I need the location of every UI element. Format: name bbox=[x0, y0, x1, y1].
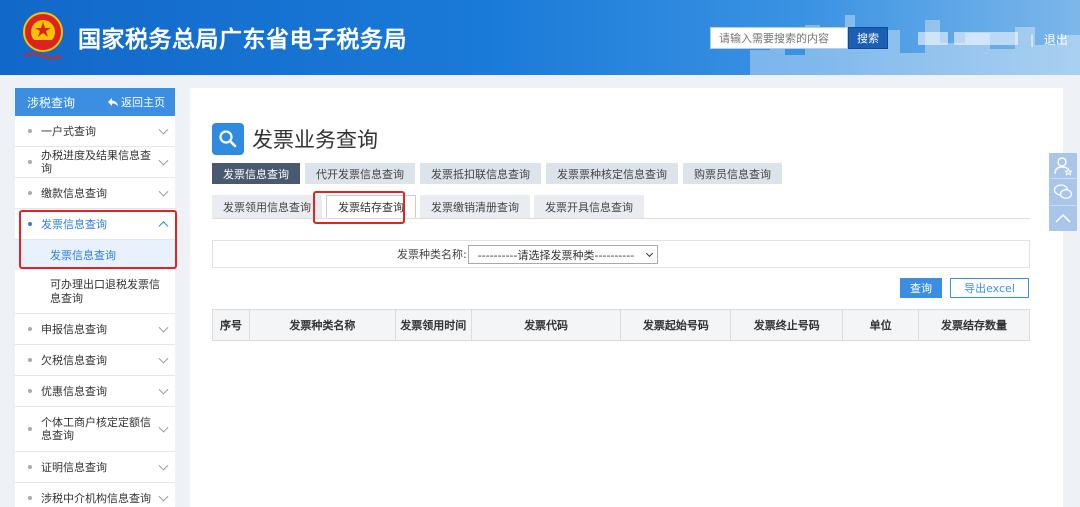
sidebar-item-label: 证明信息查询 bbox=[41, 460, 107, 474]
chevron-down-icon bbox=[158, 491, 169, 502]
tab-invoice-inventory[interactable]: 发票结存查询 bbox=[326, 195, 416, 218]
sidebar-item-progress[interactable]: 办税进度及结果信息查询 bbox=[15, 147, 175, 178]
col-receipt-time: 发票领用时间 bbox=[394, 309, 472, 341]
sidebar-item-arrears[interactable]: 欠税信息查询 bbox=[15, 345, 175, 376]
sidebar-item-label: 一户式查询 bbox=[41, 124, 96, 138]
sidebar-item-label: 优惠信息查询 bbox=[41, 384, 107, 398]
chevron-down-icon bbox=[158, 124, 169, 135]
sidebar-item-label: 欠税信息查询 bbox=[41, 353, 107, 367]
sidebar-header: 涉税查询 返回主页 bbox=[15, 88, 175, 116]
invoice-submenu: 发票信息查询 可办理出口退税发票信息查询 bbox=[15, 240, 175, 314]
sidebar-item-certificate[interactable]: 证明信息查询 bbox=[15, 452, 175, 483]
sidebar-item-declaration[interactable]: 申报信息查询 bbox=[15, 314, 175, 345]
user-name-redacted bbox=[954, 32, 1018, 45]
bullet-icon bbox=[28, 222, 32, 226]
col-invoice-code: 发票代码 bbox=[470, 309, 622, 341]
col-end-number: 发票终止号码 bbox=[730, 309, 844, 341]
chevron-up-icon bbox=[158, 221, 169, 232]
sidebar-subitem-export-refund[interactable]: 可办理出口退税发票信息查询 bbox=[15, 270, 175, 314]
chevron-up-icon[interactable] bbox=[1049, 206, 1077, 231]
bullet-icon bbox=[28, 427, 32, 431]
user-star-icon[interactable] bbox=[1049, 153, 1077, 180]
chevron-down-icon bbox=[158, 155, 169, 166]
tab-invoice-receipt[interactable]: 发票领用信息查询 bbox=[212, 195, 322, 218]
inventory-table: 序号 发票种类名称 发票领用时间 发票代码 发票起始号码 发票终止号码 单位 发… bbox=[212, 309, 1030, 341]
back-home-label: 返回主页 bbox=[121, 96, 165, 109]
tab-proxy-invoice[interactable]: 代开发票信息查询 bbox=[305, 163, 415, 184]
top-header: 国家税务总局广东省电子税务局 搜索 | 退出 bbox=[0, 0, 1080, 75]
tab-divider bbox=[212, 218, 1030, 219]
chevron-down-icon bbox=[158, 460, 169, 471]
sidebar-item-one-household[interactable]: 一户式查询 bbox=[15, 116, 175, 147]
col-invoice-type: 发票种类名称 bbox=[248, 309, 396, 341]
sidebar-item-label: 办税进度及结果信息查询 bbox=[41, 149, 151, 175]
col-inventory-qty: 发票结存数量 bbox=[918, 309, 1030, 341]
sidebar-item-agency[interactable]: 涉税中介机构信息查询 bbox=[15, 483, 175, 507]
tab-deduction-copy[interactable]: 发票抵扣联信息查询 bbox=[420, 163, 541, 184]
filter-bar: 发票种类名称: ----------请选择发票种类---------- bbox=[212, 240, 1030, 268]
sidebar-item-payment[interactable]: 缴款信息查询 bbox=[15, 178, 175, 209]
floating-toolbar bbox=[1049, 153, 1077, 231]
query-button[interactable]: 查询 bbox=[900, 278, 942, 298]
back-arrow-icon bbox=[108, 98, 118, 107]
page-header: 发票业务查询 bbox=[212, 123, 378, 155]
search-input[interactable] bbox=[710, 27, 848, 49]
col-serial: 序号 bbox=[212, 309, 250, 341]
page-title: 发票业务查询 bbox=[252, 128, 378, 152]
chevron-down-icon bbox=[158, 322, 169, 333]
invoice-type-select-value: ----------请选择发票种类---------- bbox=[477, 248, 635, 262]
tab-invoice-issuance[interactable]: 发票开具信息查询 bbox=[534, 195, 644, 218]
bullet-icon bbox=[28, 129, 32, 133]
sidebar-menu: 涉税查询 返回主页 一户式查询 办税进度及结果信息查询 缴款信息查询 发票信息查… bbox=[15, 88, 175, 507]
chevron-down-icon bbox=[158, 186, 169, 197]
tax-emblem-logo bbox=[23, 12, 63, 59]
sidebar-item-label: 涉税中介机构信息查询 bbox=[41, 491, 151, 505]
invoice-type-label: 发票种类名称: bbox=[397, 248, 467, 261]
bullet-icon bbox=[28, 465, 32, 469]
bullet-icon bbox=[28, 327, 32, 331]
chevron-down-icon bbox=[158, 422, 169, 433]
invoice-type-select[interactable]: ----------请选择发票种类---------- bbox=[468, 245, 658, 264]
sidebar-item-label: 申报信息查询 bbox=[41, 322, 107, 336]
sidebar-item-preferential[interactable]: 优惠信息查询 bbox=[15, 376, 175, 407]
sidebar-item-individual-business[interactable]: 个体工商户核定定额信息查询 bbox=[15, 407, 175, 452]
user-info-redacted bbox=[918, 32, 948, 45]
col-start-number: 发票起始号码 bbox=[620, 309, 732, 341]
search-icon bbox=[212, 123, 244, 155]
sidebar-item-label: 缴款信息查询 bbox=[41, 186, 107, 200]
bullet-icon bbox=[28, 389, 32, 393]
export-excel-button[interactable]: 导出excel bbox=[950, 278, 1029, 298]
bullet-icon bbox=[28, 358, 32, 362]
logout-link[interactable]: 退出 bbox=[1044, 33, 1068, 47]
secondary-tabs: 发票领用信息查询 发票结存查询 发票缴销清册查询 发票开具信息查询 bbox=[212, 195, 648, 218]
chat-bubbles-icon[interactable] bbox=[1049, 179, 1077, 206]
bullet-icon bbox=[28, 496, 32, 500]
sidebar-item-label: 个体工商户核定定额信息查询 bbox=[41, 416, 151, 442]
chevron-down-icon bbox=[645, 249, 654, 258]
bullet-icon bbox=[28, 191, 32, 195]
separator: | bbox=[1030, 33, 1035, 47]
bullet-icon bbox=[28, 160, 32, 164]
search-button[interactable]: 搜索 bbox=[848, 27, 888, 49]
tab-invoice-type-approval[interactable]: 发票票种核定信息查询 bbox=[546, 163, 678, 184]
sidebar-subitem-invoice-query[interactable]: 发票信息查询 bbox=[15, 240, 175, 270]
back-home-link[interactable]: 返回主页 bbox=[108, 94, 165, 110]
col-unit: 单位 bbox=[842, 309, 920, 341]
sidebar-title: 涉税查询 bbox=[27, 95, 76, 110]
site-title: 国家税务总局广东省电子税务局 bbox=[78, 27, 407, 53]
tab-invoice-info[interactable]: 发票信息查询 bbox=[212, 163, 300, 184]
tab-purchaser-info[interactable]: 购票员信息查询 bbox=[683, 163, 782, 184]
main-panel: 发票业务查询 发票信息查询 代开发票信息查询 发票抵扣联信息查询 发票票种核定信… bbox=[190, 88, 1063, 507]
table-header-row: 序号 发票种类名称 发票领用时间 发票代码 发票起始号码 发票终止号码 单位 发… bbox=[212, 309, 1030, 341]
sidebar-item-invoice[interactable]: 发票信息查询 bbox=[15, 209, 175, 240]
chevron-down-icon bbox=[158, 384, 169, 395]
chevron-down-icon bbox=[158, 353, 169, 364]
tab-invoice-cancellation[interactable]: 发票缴销清册查询 bbox=[420, 195, 530, 218]
primary-tabs: 发票信息查询 代开发票信息查询 发票抵扣联信息查询 发票票种核定信息查询 购票员… bbox=[212, 163, 787, 184]
sidebar-item-label: 发票信息查询 bbox=[41, 217, 107, 231]
logout-area: | 退出 bbox=[1030, 31, 1068, 48]
